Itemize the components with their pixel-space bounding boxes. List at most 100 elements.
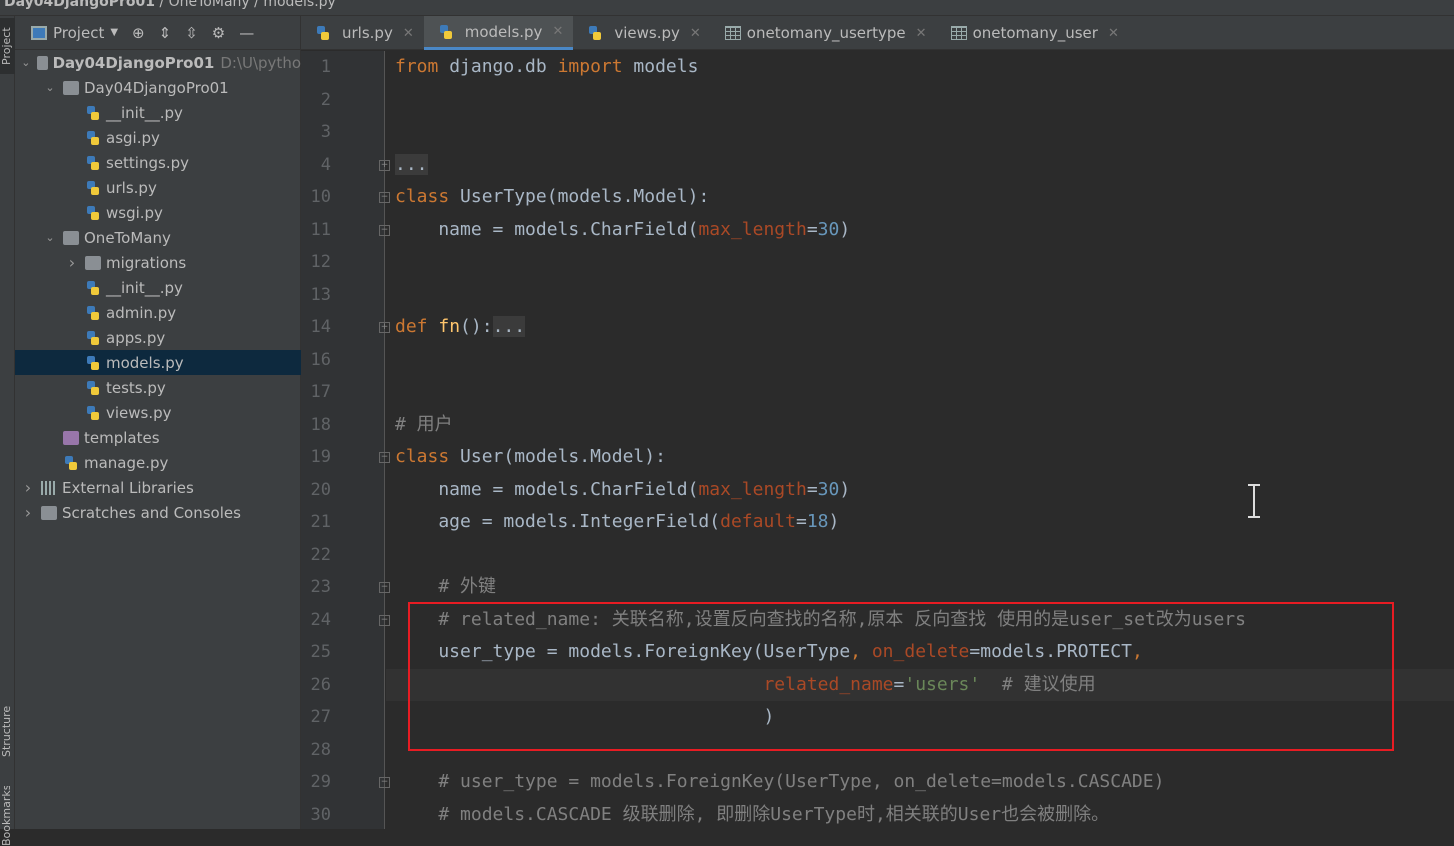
line-number: 14	[310, 317, 331, 337]
bookmarks-tool-button[interactable]: Bookmarks	[0, 786, 15, 846]
tree-item[interactable]: manage.py	[15, 450, 301, 475]
breadcrumb-folder[interactable]: OneToMany	[169, 0, 250, 10]
code-line: name = models.CharField(max_length=30)	[386, 214, 1454, 246]
code-line: # 用户	[386, 409, 1454, 441]
expand-all-icon[interactable]: ⇕	[159, 24, 172, 42]
project-path: D:\U\pytho	[220, 53, 301, 72]
breadcrumb-project[interactable]: Day04DjangoPro01	[4, 0, 155, 10]
tree-item[interactable]: › Scratches and Consoles	[15, 500, 301, 525]
chevron-right-icon[interactable]: ›	[21, 478, 35, 497]
code-line: age = models.IntegerField(default=18)	[386, 506, 1454, 538]
tree-item[interactable]: ⌄ OneToMany	[15, 225, 301, 250]
tree-item[interactable]: wsgi.py	[15, 200, 301, 225]
tab-views-py[interactable]: views.py ✕	[573, 16, 710, 50]
close-tab-icon[interactable]: ✕	[552, 24, 563, 39]
tree-item[interactable]: settings.py	[15, 150, 301, 175]
python-file-icon	[85, 130, 101, 145]
dropdown-icon: ▼	[110, 27, 119, 38]
line-number: 11	[310, 219, 331, 240]
line-number: 26	[310, 674, 331, 695]
chevron-right-icon[interactable]: ›	[65, 253, 79, 272]
python-file-icon	[438, 24, 454, 39]
code-token: age = models.IntegerField(	[395, 511, 721, 532]
structure-tool-button[interactable]: Structure	[0, 696, 15, 766]
folder-icon	[85, 255, 101, 270]
tab-onetomany-user[interactable]: onetomany_user ✕	[937, 16, 1129, 50]
line-number: 3	[320, 122, 331, 142]
hide-panel-icon[interactable]: —	[239, 24, 254, 42]
line-number: 1	[320, 57, 331, 77]
line-number: 27	[310, 707, 331, 727]
line-number: 2	[320, 89, 331, 110]
tab-urls-py[interactable]: urls.py ✕	[301, 16, 424, 50]
settings-gear-icon[interactable]: ⚙	[212, 24, 225, 42]
chevron-down-icon[interactable]: ⌄	[21, 56, 31, 69]
tree-item[interactable]: asgi.py	[15, 125, 301, 150]
tab-onetomany-usertype[interactable]: onetomany_usertype ✕	[711, 16, 937, 50]
tree-item[interactable]: admin.py	[15, 300, 301, 325]
tree-item-label: settings.py	[106, 153, 189, 172]
collapse-all-icon[interactable]: ⇳	[185, 24, 198, 42]
project-view-selector[interactable]: Project ▼	[31, 24, 118, 42]
highlight-box	[408, 602, 1394, 751]
tree-item[interactable]: › migrations	[15, 250, 301, 275]
tree-item[interactable]: ⌄ Day04DjangoPro01	[15, 75, 301, 100]
code-line: # 外键	[386, 571, 1454, 603]
line-number: 25	[310, 642, 331, 662]
tree-item[interactable]: models.py	[15, 350, 301, 375]
code-token: ():	[460, 316, 493, 337]
code-token: User(models.Model):	[460, 446, 666, 467]
line-number: 24	[310, 609, 331, 630]
breadcrumb-file[interactable]: models.py	[263, 0, 336, 10]
editor-tabs: urls.py ✕ models.py ✕ views.py ✕ onetomany_use…	[301, 16, 1454, 50]
tree-item[interactable]: views.py	[15, 400, 301, 425]
line-number: 22	[310, 544, 331, 565]
tree-item[interactable]: __init__.py	[15, 100, 301, 125]
code-line: ...	[386, 149, 1454, 181]
chevron-down-icon[interactable]: ⌄	[43, 81, 57, 94]
tab-label: onetomany_usertype	[746, 24, 906, 42]
close-tab-icon[interactable]: ✕	[403, 26, 414, 41]
tab-label: views.py	[614, 24, 680, 42]
code-line: # models.CASCADE 级联删除, 即删除UserType时,相关联的…	[386, 799, 1454, 831]
python-file-icon	[85, 180, 101, 195]
folder-icon	[63, 230, 79, 245]
chevron-right-icon[interactable]: ›	[21, 503, 35, 522]
tree-item-label: Scratches and Consoles	[62, 503, 241, 522]
project-tool-button[interactable]: Project	[0, 18, 15, 74]
tree-item[interactable]: ⌄ Day04DjangoPro01 D:\U\pytho	[15, 50, 301, 75]
tree-item[interactable]: urls.py	[15, 175, 301, 200]
tree-item[interactable]: › External Libraries	[15, 475, 301, 500]
code-token: )	[828, 511, 840, 532]
python-file-icon	[85, 330, 101, 345]
chevron-down-icon[interactable]: ⌄	[43, 231, 57, 244]
tab-models-py[interactable]: models.py ✕	[423, 16, 574, 50]
tree-item-label: migrations	[106, 253, 187, 272]
tool-window-strip: Project Structure Bookmarks	[0, 16, 15, 846]
scratches-icon	[41, 505, 57, 520]
line-number: 16	[310, 349, 331, 370]
code-token: models	[633, 56, 699, 77]
line-number: 19	[310, 447, 331, 467]
python-file-icon	[85, 155, 101, 170]
code-token: )	[839, 478, 851, 500]
code-token: max_length	[698, 218, 807, 240]
code-token: UserType(models.Model):	[460, 186, 710, 207]
tree-item[interactable]: apps.py	[15, 325, 301, 350]
project-panel-header: Project ▼ ⊕ ⇕ ⇳ ⚙ —	[15, 16, 300, 50]
close-tab-icon[interactable]: ✕	[690, 26, 701, 41]
line-number: 12	[310, 252, 331, 272]
code-token: 18	[806, 511, 829, 532]
tree-item[interactable]: __init__.py	[15, 275, 301, 300]
tree-item-label: Day04DjangoPro01	[52, 53, 215, 72]
locate-file-icon[interactable]: ⊕	[132, 24, 145, 42]
tree-item-label: wsgi.py	[106, 203, 163, 222]
tree-item[interactable]: tests.py	[15, 375, 301, 400]
tree-item[interactable]: templates	[15, 425, 301, 450]
close-tab-icon[interactable]: ✕	[916, 26, 927, 41]
close-tab-icon[interactable]: ✕	[1108, 26, 1119, 41]
code-line: # user_type = models.ForeignKey(UserType…	[386, 766, 1454, 798]
